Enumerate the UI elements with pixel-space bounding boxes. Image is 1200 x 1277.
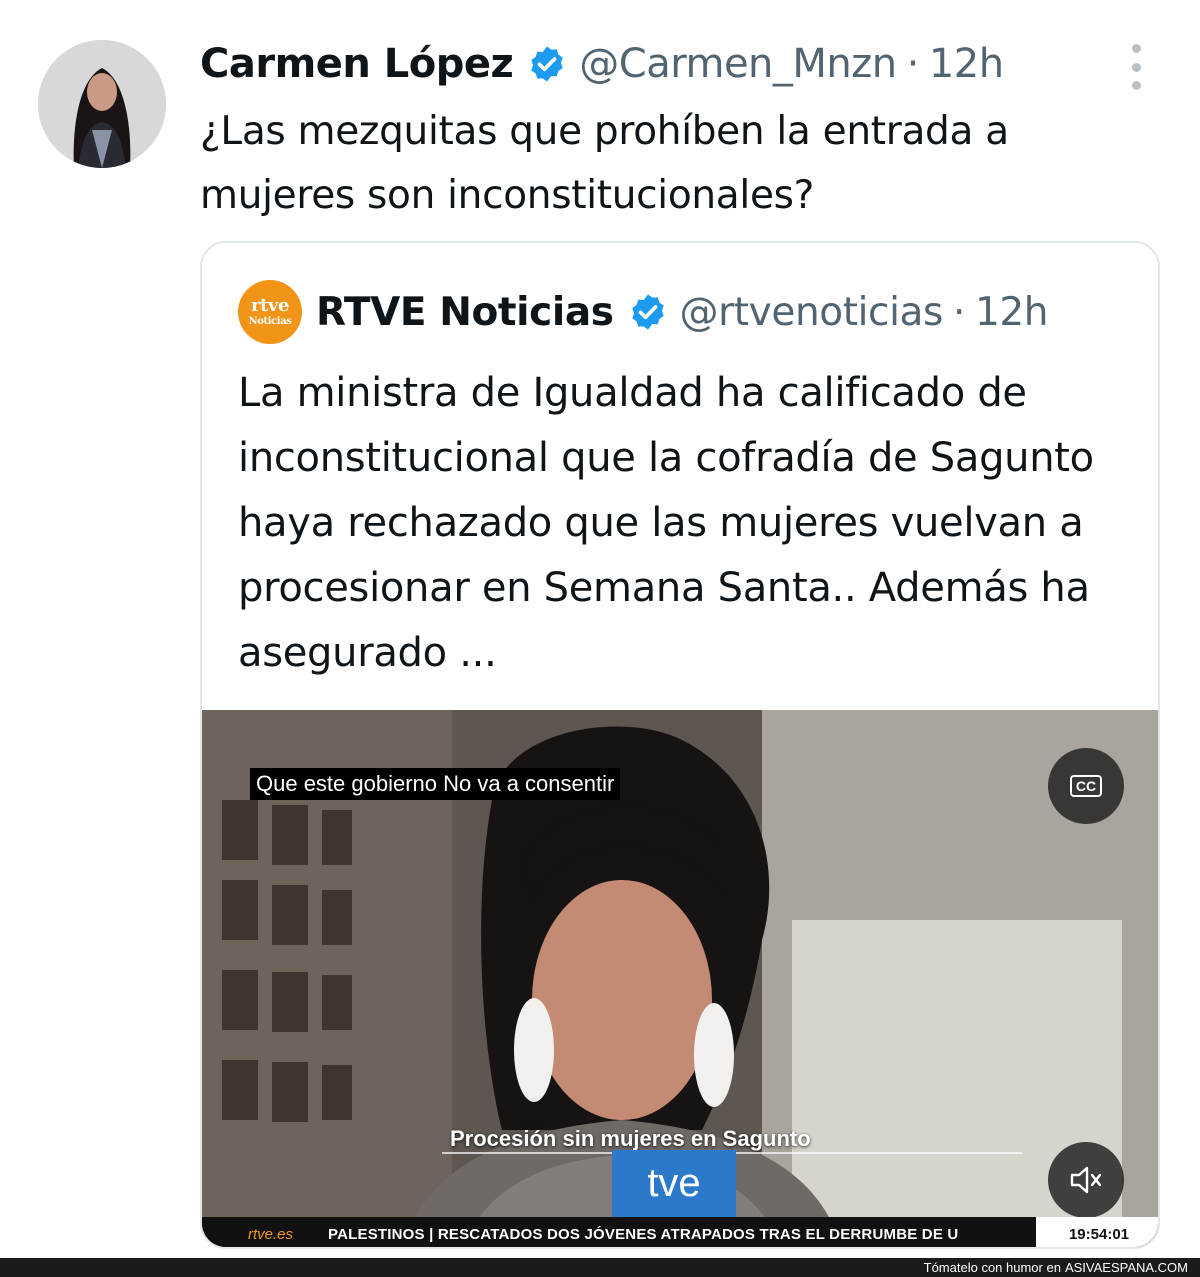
author-avatar[interactable] — [38, 40, 166, 168]
ticker-brand: rtve.es — [248, 1225, 294, 1243]
tweet-screenshot: Carmen López @Carmen_Mnzn · 12h ¿Las mez… — [0, 0, 1200, 1277]
tweet-timestamp[interactable]: 12h — [929, 41, 1004, 87]
rtve-logo[interactable]: rtve Noticias — [238, 280, 302, 344]
separator-dot: · — [952, 289, 965, 335]
author-handle[interactable]: @Carmen_Mnzn — [579, 41, 897, 87]
more-vertical-icon[interactable] — [1124, 44, 1148, 90]
verified-badge-icon — [527, 44, 567, 84]
author-name[interactable]: Carmen López — [200, 41, 514, 87]
video-player[interactable]: Que este gobierno No va a consentir CC P… — [202, 710, 1158, 1247]
quoted-tweet-card[interactable]: rtve Noticias RTVE Noticias @rtvenoticia… — [200, 241, 1160, 1249]
quoted-tweet-header: rtve Noticias RTVE Noticias @rtvenoticia… — [238, 280, 1049, 344]
watermark-bar: Tómatelo con humor en ASIVAESPANA.COM — [0, 1258, 1200, 1277]
closed-captions-button[interactable]: CC — [1048, 748, 1124, 824]
cc-icon: CC — [1069, 775, 1103, 797]
tweet-header: Carmen López @Carmen_Mnzn · 12h — [200, 34, 1004, 94]
separator-dot: · — [906, 41, 920, 87]
ticker-clock: 19:54:01 — [1036, 1217, 1158, 1247]
verified-badge-icon — [628, 292, 668, 332]
news-ticker: rtve.es PALESTINOS | RESCATADOS DOS JÓVE… — [202, 1217, 1158, 1247]
quoted-timestamp[interactable]: 12h — [975, 290, 1049, 335]
video-lower-third: Procesión sin mujeres en Sagunto — [450, 1126, 811, 1151]
ticker-text: PALESTINOS | RESCATADOS DOS JÓVENES ATRA… — [328, 1225, 959, 1243]
avatar-photo — [38, 40, 166, 168]
tweet-text: ¿Las mezquitas que prohíben la entrada a… — [200, 109, 1009, 218]
quoted-author-name[interactable]: RTVE Noticias — [316, 290, 614, 335]
watermark-tagline: Tómatelo con humor en — [923, 1260, 1061, 1275]
microphone-flag: tve — [612, 1150, 736, 1220]
quoted-tweet-text: La ministra de Igualdad ha calificado de… — [238, 370, 1094, 676]
volume-muted-icon[interactable] — [1048, 1142, 1124, 1218]
video-subtitle: Que este gobierno No va a consentir — [250, 768, 621, 800]
quoted-author-handle[interactable]: @rtvenoticias — [680, 290, 944, 335]
watermark-site[interactable]: ASIVAESPANA.COM — [1065, 1260, 1188, 1275]
